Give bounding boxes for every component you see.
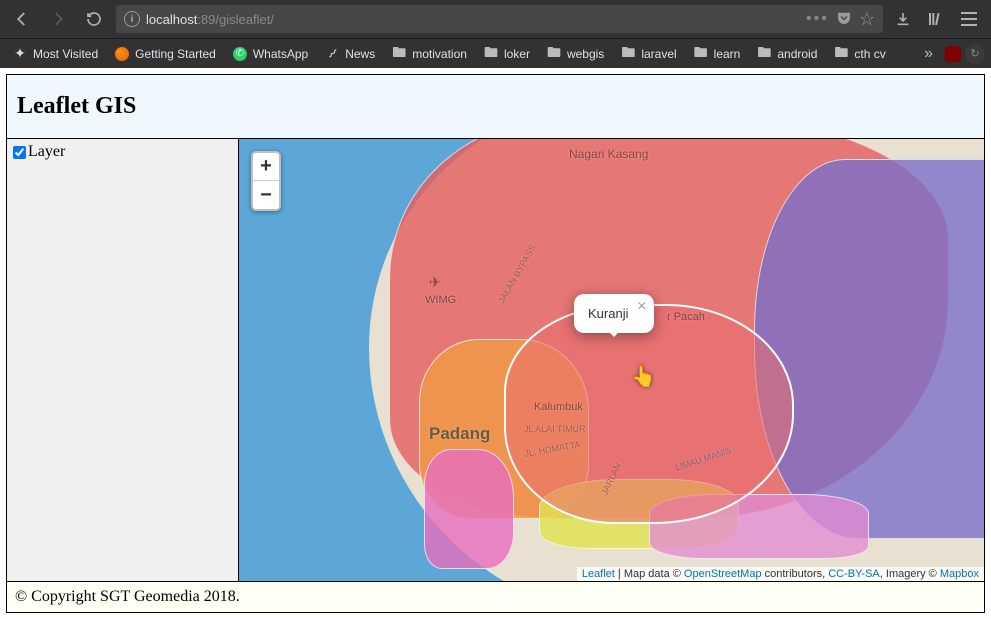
bookmark-cth-cv[interactable]: cth cv [827,43,891,65]
folder-icon [833,46,849,62]
page-title: Leaflet GIS [17,93,974,120]
label-kalumbuk: Kalumbuk [534,401,583,413]
sidebar: Layer [7,139,239,581]
leaflet-link[interactable]: Leaflet [582,568,615,580]
cc-link[interactable]: CC-BY-SA [828,568,880,580]
layer-label: Layer [28,143,65,161]
bookmark-android[interactable]: android [750,43,823,65]
info-icon[interactable]: i [124,11,140,27]
mapbox-link[interactable]: Mapbox [940,568,979,580]
bookmark-laravel[interactable]: laravel [614,43,682,65]
bookmark-loker[interactable]: loker [477,43,536,65]
folder-icon [391,46,407,62]
firefox-icon [114,46,130,62]
road-alai: JL ALAI TIMUR [524,424,586,434]
folder-icon [693,46,709,62]
zoom-in-button[interactable]: + [253,153,279,181]
map-attribution: Leaflet | Map data © OpenStreetMap contr… [577,567,984,581]
folder-icon [756,46,772,62]
menu-button[interactable] [955,5,983,33]
bookmark-whatsapp[interactable]: WhatsApp [226,43,314,65]
whatsapp-icon [232,46,248,62]
reload-button[interactable] [80,5,108,33]
footer: © Copyright SGT Geomedia 2018. [7,581,984,612]
page-content: Leaflet GIS Layer [0,68,991,619]
folder-icon [620,46,636,62]
url-text: localhost:89/gisleaflet/ [146,12,800,27]
bookmark-webgis[interactable]: webgis [540,43,610,65]
label-wimg: WIMG [425,294,456,306]
pocket-icon[interactable] [835,9,853,30]
star-icon [12,46,28,62]
region-padang-barat[interactable] [424,449,514,569]
back-button[interactable] [8,5,36,33]
bookmarks-bar: Most Visited Getting Started WhatsApp Ne… [0,38,991,68]
zoom-out-button[interactable]: − [253,181,279,209]
page-header: Leaflet GIS [7,75,984,139]
bookmark-motivation[interactable]: motivation [385,43,473,65]
map[interactable]: Nagari Kasang ✈ WIMG JALAN BYPASS Padang… [239,139,984,581]
folder-icon [483,46,499,62]
folder-icon [546,46,562,62]
bookmark-most-visited[interactable]: Most Visited [6,43,104,65]
airport-icon: ✈ [429,274,441,291]
osm-link[interactable]: OpenStreetMap [684,568,762,580]
url-bar[interactable]: i localhost:89/gisleaflet/ ••• ☆ [116,5,883,33]
label-kasang: Nagari Kasang [569,147,648,161]
layer-checkbox[interactable] [13,146,26,159]
forward-button [44,5,72,33]
region-kuranji[interactable] [504,304,794,524]
page-actions-icon[interactable]: ••• [806,10,829,28]
bookmark-news[interactable]: News [318,43,381,65]
bookmark-learn[interactable]: learn [687,43,747,65]
region-east[interactable] [754,159,984,539]
rss-icon [324,46,340,62]
layer-toggle[interactable]: Layer [13,143,232,161]
downloads-icon[interactable] [891,7,915,31]
browser-toolbar: i localhost:89/gisleaflet/ ••• ☆ [0,0,991,38]
ublock-icon[interactable] [945,46,961,62]
city-padang: Padang [429,424,490,444]
bookmarks-overflow[interactable]: » [916,45,941,63]
popup-text: Kuranji [588,306,628,321]
bookmark-getting-started[interactable]: Getting Started [108,43,222,65]
zoom-control: + − [251,151,281,211]
popup-close-button[interactable]: × [637,298,646,316]
library-icon[interactable] [923,7,947,31]
bookmark-star-icon[interactable]: ☆ [859,9,875,30]
reload-ext-icon[interactable]: ↻ [965,44,985,64]
label-pacah: r Pacah [667,311,705,323]
map-popup: Kuranji × [574,294,654,333]
